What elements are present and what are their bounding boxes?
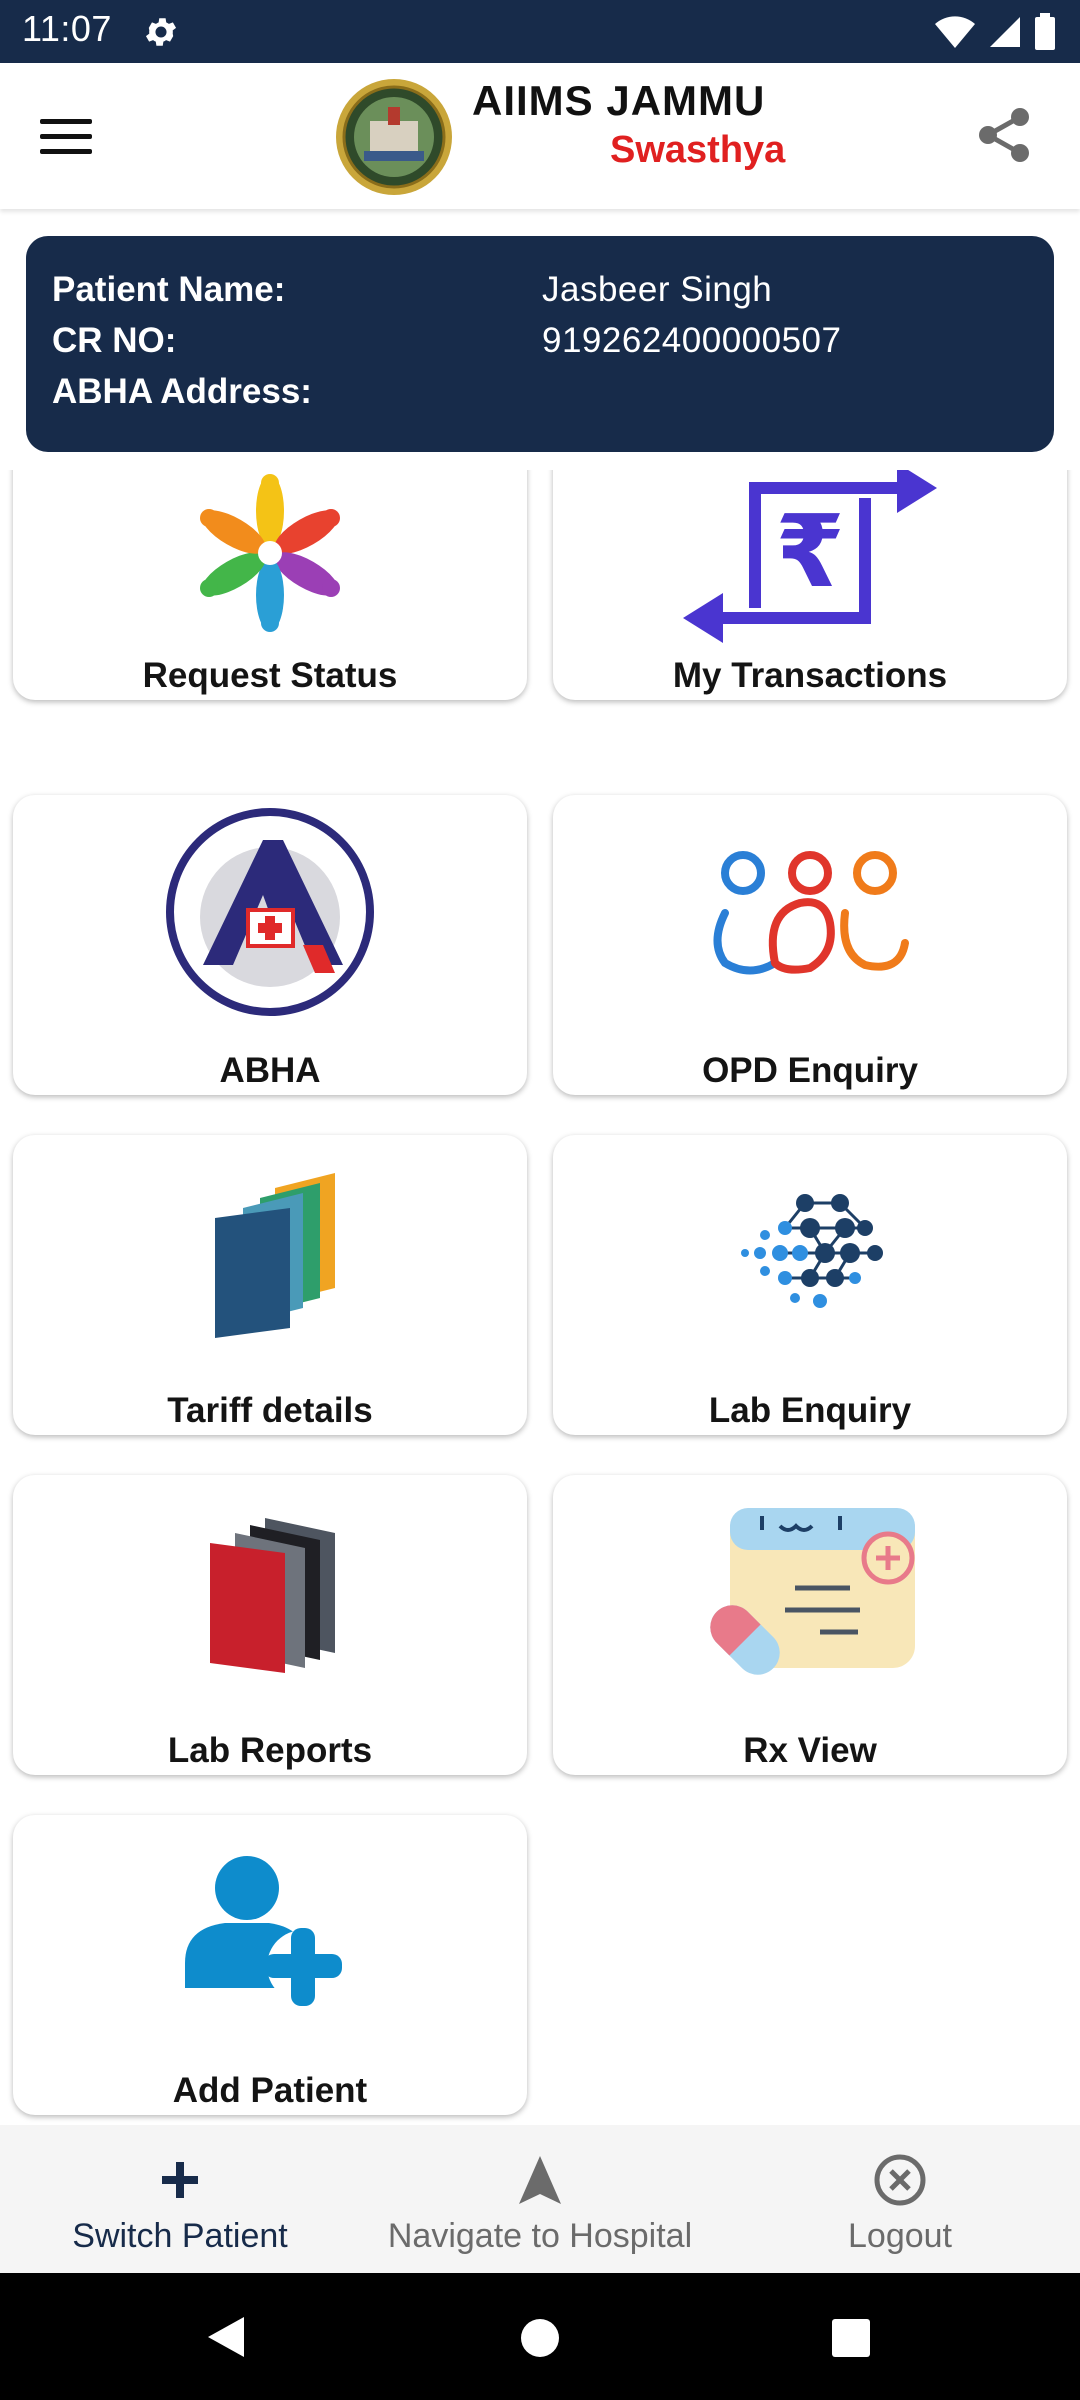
home-icon[interactable] (519, 2317, 561, 2359)
tile-label: OPD Enquiry (702, 1051, 918, 1090)
tile-rx-view[interactable]: Rx View (553, 1475, 1067, 1775)
wifi-icon (935, 16, 975, 48)
tile-my-transactions[interactable]: ₹ My Transactions (553, 470, 1067, 700)
app-bar: AIIMS JAMMU Swasthya (0, 63, 1080, 209)
cr-number-value: 919262400000507 (542, 320, 842, 360)
plus-icon (162, 2162, 198, 2198)
tile-request-status[interactable]: Request Status (13, 470, 527, 700)
lab-network-icon (741, 1193, 883, 1308)
add-patient-icon (185, 1855, 342, 2006)
tile-abha[interactable]: ABHA (13, 795, 527, 1095)
nav-logout-label: Logout (848, 2217, 952, 2255)
patient-name-value: Jasbeer Singh (542, 269, 773, 309)
signal-icon (990, 17, 1020, 47)
tile-label: Lab Reports (167, 1731, 373, 1770)
tile-label: ABHA (219, 1051, 321, 1090)
patient-name-row: Patient Name: Jasbeer Singh (52, 264, 1028, 315)
tile-opd-enquiry[interactable]: OPD Enquiry (553, 795, 1067, 1095)
tile-lab-enquiry[interactable]: Lab Enquiry (553, 1135, 1067, 1435)
patient-info-card: Patient Name: Jasbeer Singh CR NO: 91926… (26, 236, 1054, 452)
nav-navigate-hospital-label: Navigate to Hospital (387, 2217, 693, 2255)
system-navigation-bar (0, 2273, 1080, 2400)
svg-text:₹: ₹ (775, 493, 845, 610)
tile-label: Rx View (743, 1731, 877, 1770)
tile-label: My Transactions (672, 656, 948, 695)
battery-icon (1035, 13, 1055, 50)
aiims-logo-icon (336, 79, 452, 195)
abha-address-label: ABHA Address: (52, 371, 312, 411)
tile-label: Request Status (142, 656, 398, 695)
tariff-folders-icon (215, 1172, 335, 1338)
tile-label: Add Patient (172, 2071, 368, 2110)
rupee-transfer-icon: ₹ (683, 470, 937, 643)
tile-add-patient[interactable]: Add Patient (13, 1815, 527, 2115)
settings-gear-icon (145, 18, 177, 46)
prescription-icon (710, 1507, 915, 1675)
brand-subtitle: Swasthya (610, 129, 786, 171)
back-icon[interactable] (204, 2315, 248, 2359)
abha-address-row: ABHA Address: (52, 366, 1028, 417)
close-circle-icon (874, 2154, 926, 2206)
recents-icon[interactable] (830, 2317, 872, 2359)
tile-label: Tariff details (167, 1391, 373, 1430)
opd-people-icon (713, 850, 909, 974)
share-icon[interactable] (974, 103, 1034, 167)
cr-number-row: CR NO: 919262400000507 (52, 315, 1028, 366)
bottom-navigation: Switch Patient Navigate to Hospital Logo… (0, 2125, 1080, 2273)
nav-navigate-hospital[interactable]: Navigate to Hospital (360, 2125, 720, 2273)
cr-number-label: CR NO: (52, 320, 177, 360)
menu-button[interactable] (40, 108, 106, 164)
abha-logo-icon (165, 808, 374, 1016)
navigation-arrow-icon (519, 2156, 561, 2204)
status-bar: 11:07 (0, 0, 1080, 63)
request-status-icon (200, 473, 340, 632)
tile-tariff-details[interactable]: Tariff details (13, 1135, 527, 1435)
status-time: 11:07 (22, 8, 112, 49)
app-screen: 11:07 AIIMS JAMMU Swasthya Patient Name:… (0, 0, 1080, 2400)
hamburger-icon (40, 118, 92, 124)
patient-name-label: Patient Name: (52, 269, 286, 309)
tile-label: Lab Enquiry (708, 1391, 912, 1430)
status-indicators (934, 12, 1056, 52)
nav-switch-patient-label: Switch Patient (72, 2217, 288, 2255)
lab-reports-folders-icon (210, 1517, 335, 1673)
nav-logout[interactable]: Logout (720, 2125, 1080, 2273)
brand-title: AIIMS JAMMU (472, 77, 766, 124)
nav-switch-patient[interactable]: Switch Patient (0, 2125, 360, 2273)
feature-grid: Request Status ₹ My Transactions ABHA OP… (0, 470, 1080, 2125)
tile-lab-reports[interactable]: Lab Reports (13, 1475, 527, 1775)
